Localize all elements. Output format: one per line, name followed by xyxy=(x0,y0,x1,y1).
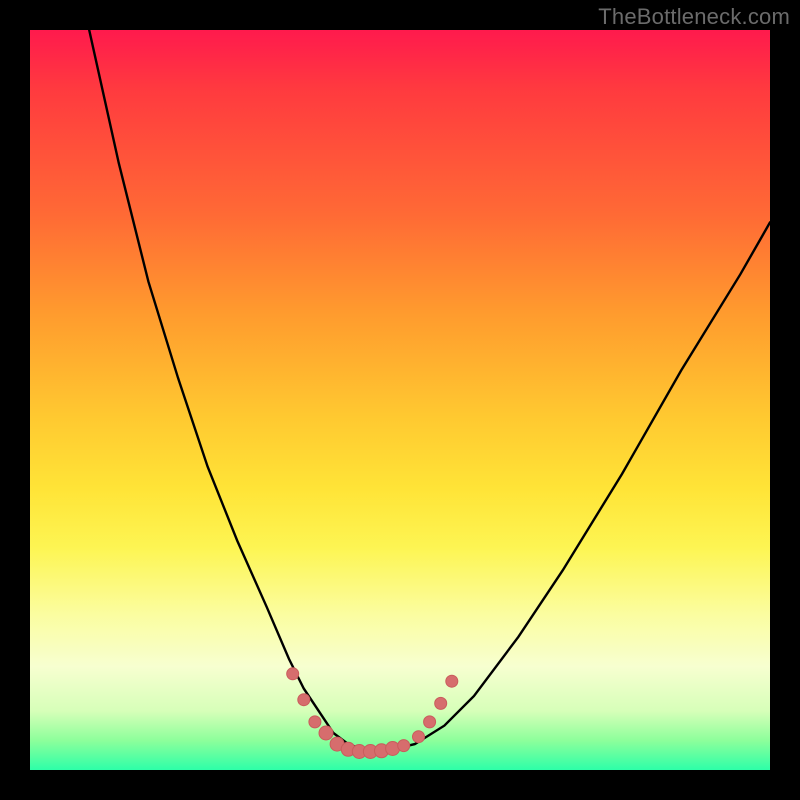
chart-frame: TheBottleneck.com xyxy=(0,0,800,800)
curve-markers xyxy=(287,668,458,759)
watermark: TheBottleneck.com xyxy=(598,4,790,30)
curve-marker xyxy=(413,731,425,743)
curve-marker xyxy=(424,716,436,728)
curve-marker xyxy=(309,716,321,728)
curve-marker xyxy=(298,694,310,706)
curve-marker xyxy=(287,668,299,680)
curve-marker xyxy=(446,675,458,687)
curve-marker xyxy=(319,726,333,740)
curve-marker xyxy=(386,742,400,756)
plot-area xyxy=(30,30,770,770)
bottleneck-curve xyxy=(89,30,770,752)
curve-marker xyxy=(398,740,410,752)
chart-svg xyxy=(30,30,770,770)
curve-marker xyxy=(435,697,447,709)
